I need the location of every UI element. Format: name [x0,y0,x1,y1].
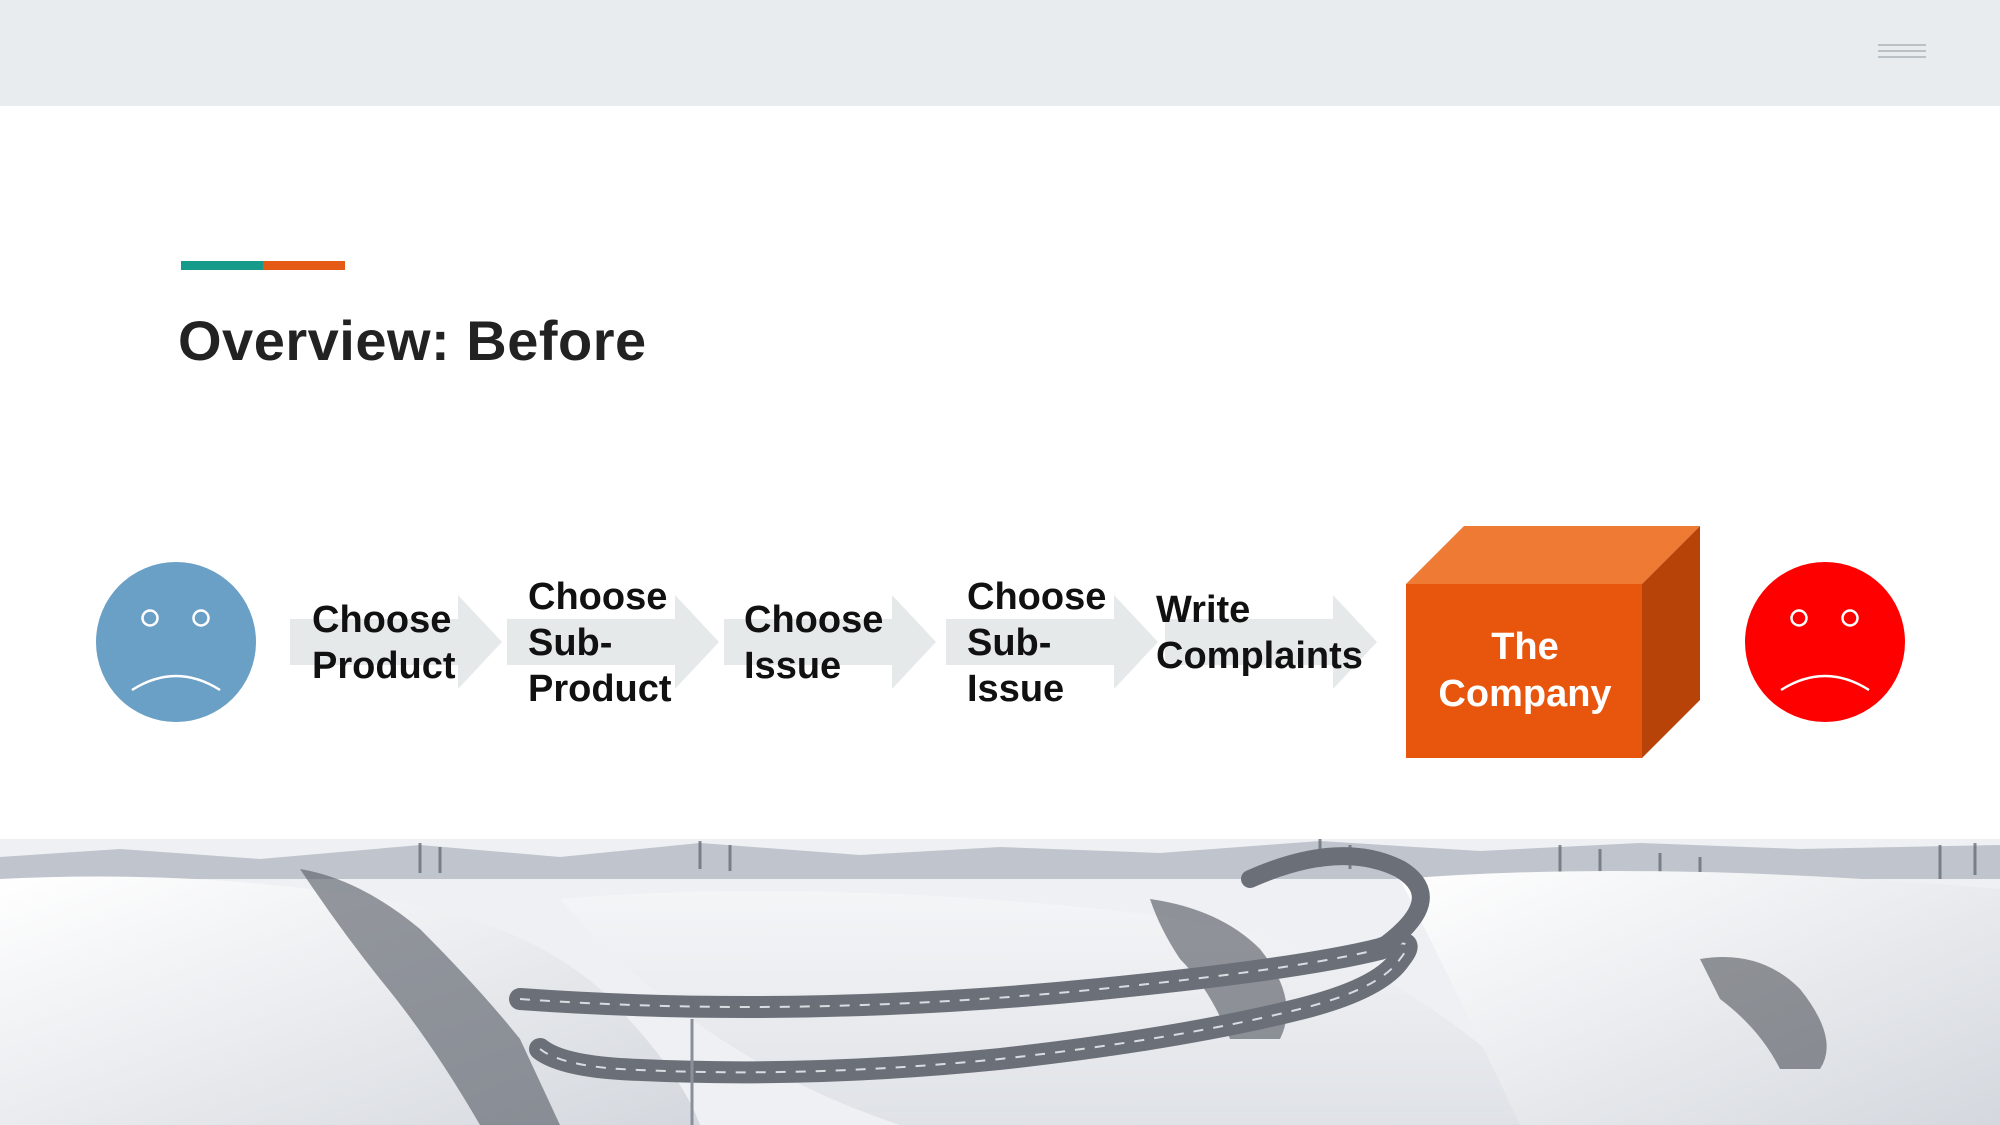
step-label-choose-product: Choose Product [312,599,456,687]
company-label: The Company [1438,626,1612,715]
slide-title: Overview: Before [178,309,647,372]
top-bar [0,0,2000,106]
step-label-choose-sub-product: Choose Sub- Product [528,576,672,710]
step-label-write-complaints: Write Complaints [1156,589,1363,677]
step-label-choose-issue: Choose Issue [744,599,884,687]
accent-bar-teal [181,261,263,270]
step-label-choose-sub-issue: Choose Sub- Issue [967,576,1107,710]
accent-bar-orange [263,261,345,270]
slide: Overview: Before Choose Product Choose S… [0,0,2000,1125]
sad-face-icon [1745,562,1905,722]
title-accent-bar [181,261,345,270]
snowy-mountain-road-image [0,839,2000,1125]
hamburger-menu-icon[interactable] [1878,44,1930,64]
sad-face-icon [96,562,256,722]
